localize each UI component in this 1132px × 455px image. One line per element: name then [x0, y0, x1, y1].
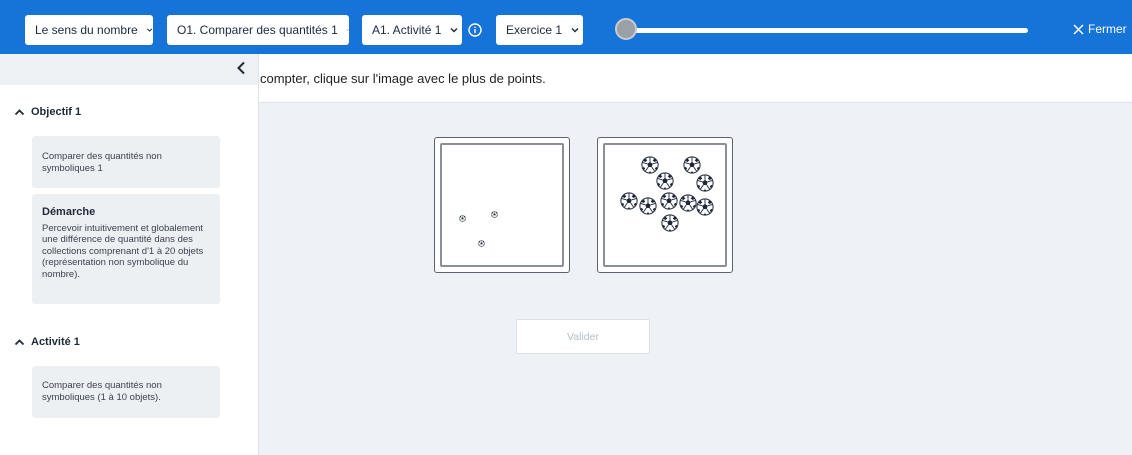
activity-card-text: Comparer des quantités non symboliques (… [42, 380, 162, 403]
exercise-select-label: Exercice 1 [506, 23, 563, 37]
approach-card: Démarche Percevoir intuitivement et glob… [32, 194, 220, 304]
chevron-left-icon[interactable] [234, 60, 250, 76]
activity-card: Comparer des quantités non symboliques (… [32, 366, 220, 418]
chevron-down-icon [571, 28, 579, 33]
choice-image-frame [440, 143, 564, 267]
validate-label: Valider [567, 330, 599, 343]
top-toolbar: Le sens du nombre O1. Comparer des quant… [0, 0, 1132, 54]
chevron-down-icon [450, 28, 458, 33]
soccer-ball-icon [620, 192, 638, 210]
chevron-up-icon [14, 108, 25, 115]
objective-section-toggle[interactable]: Objectif 1 [14, 106, 81, 118]
approach-title: Démarche [42, 206, 96, 218]
domain-select[interactable]: Le sens du nombre [25, 15, 153, 45]
soccer-ball-icon [459, 215, 466, 222]
close-icon [1073, 23, 1084, 35]
soccer-ball-icon [478, 240, 485, 247]
approach-text: Percevoir intuitivement et globalement u… [42, 222, 204, 280]
soccer-ball-icon [491, 211, 498, 218]
instruction-bar: compter, clique sur l'image avec le plus… [258, 54, 1132, 103]
choice-image-frame [603, 143, 727, 267]
choice-card-many-balls[interactable] [597, 137, 733, 273]
progress-slider-track[interactable] [628, 28, 1028, 33]
objective-select-label: O1. Comparer des quantités 1 [177, 23, 338, 37]
instruction-text: compter, clique sur l'image avec le plus… [260, 71, 546, 86]
objective-card: Comparer des quantités non symboliques 1 [32, 136, 220, 188]
close-label: Fermer [1088, 22, 1127, 36]
soccer-ball-icon [679, 194, 697, 212]
soccer-ball-icon [656, 172, 674, 190]
objective-select[interactable]: O1. Comparer des quantités 1 [167, 15, 349, 45]
chevron-down-icon [146, 28, 152, 32]
sidebar-header [0, 54, 258, 85]
chevron-up-icon [14, 338, 25, 345]
progress-slider-thumb[interactable] [615, 18, 637, 40]
activity-select-label: A1. Activité 1 [372, 23, 442, 37]
chevron-down-icon [346, 29, 349, 31]
activity-header: Activité 1 [31, 336, 80, 348]
choice-card-few-balls[interactable] [434, 137, 570, 273]
activity-section-toggle[interactable]: Activité 1 [14, 336, 80, 348]
validate-button[interactable]: Valider [516, 319, 650, 354]
soccer-ball-icon [660, 192, 678, 210]
activity-select[interactable]: A1. Activité 1 [362, 15, 462, 45]
objective-card-text: Comparer des quantités non symboliques 1 [42, 151, 162, 174]
info-icon[interactable] [468, 23, 482, 37]
sidebar: Objectif 1 Comparer des quantités non sy… [0, 54, 259, 455]
soccer-ball-icon [696, 174, 714, 192]
soccer-ball-icon [696, 198, 714, 216]
soccer-ball-icon [683, 156, 701, 174]
soccer-ball-icon [639, 197, 657, 215]
domain-select-label: Le sens du nombre [35, 23, 138, 37]
soccer-ball-icon [661, 214, 679, 232]
exercise-select[interactable]: Exercice 1 [496, 15, 583, 45]
objective-header: Objectif 1 [31, 106, 82, 118]
close-button[interactable]: Fermer [1073, 21, 1127, 37]
